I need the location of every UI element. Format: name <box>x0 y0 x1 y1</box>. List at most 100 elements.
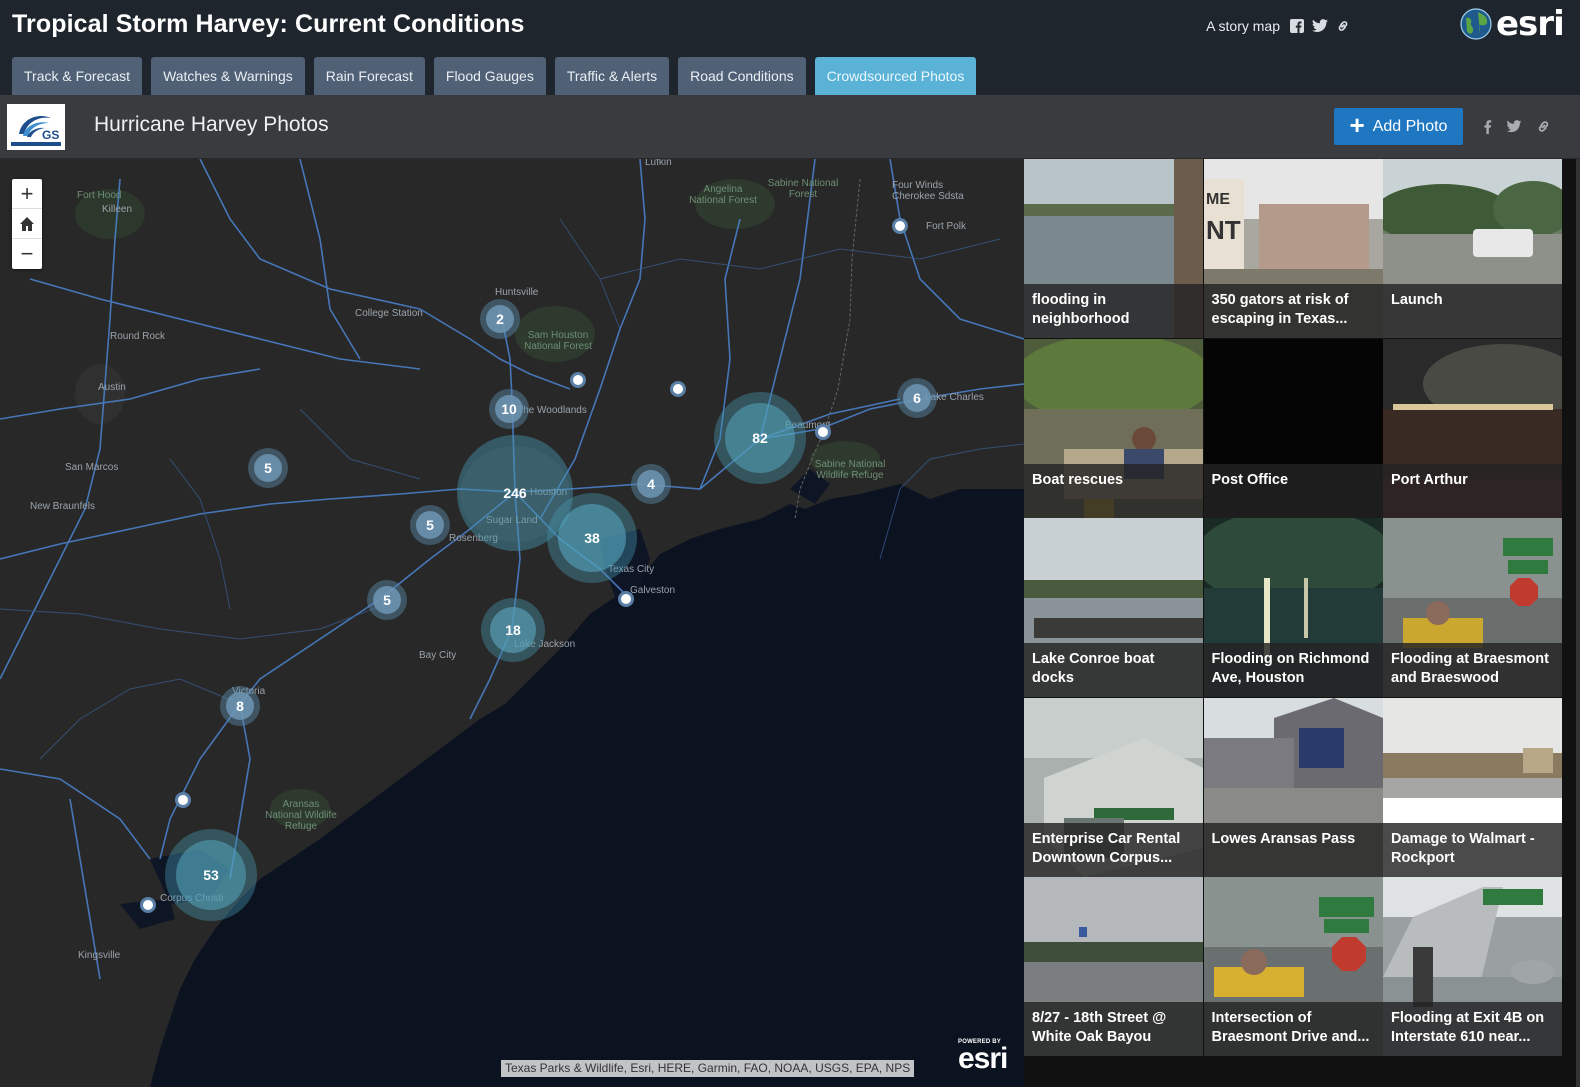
cluster-count: 82 <box>752 430 768 446</box>
svg-text:NT: NT <box>1206 215 1241 245</box>
zoom-in-button[interactable]: + <box>12 179 42 209</box>
photo-tile[interactable]: Enterprise Car Rental Downtown Corpus... <box>1024 697 1203 877</box>
photo-pin[interactable] <box>175 792 191 808</box>
add-photo-label: Add Photo <box>1372 117 1448 135</box>
home-icon <box>20 216 34 231</box>
app-title: Tropical Storm Harvey: Current Condition… <box>12 10 525 38</box>
facebook-icon[interactable] <box>1483 119 1492 134</box>
photo-cluster[interactable]: 5 <box>367 580 407 620</box>
home-button[interactable] <box>12 209 42 239</box>
photo-cluster[interactable]: 38 <box>547 493 637 583</box>
photo-tile[interactable]: Post Office <box>1203 338 1383 518</box>
photo-pin[interactable] <box>618 591 634 607</box>
tab-crowdsourced-photos[interactable]: Crowdsourced Photos <box>814 57 977 95</box>
photo-tile[interactable]: Flooding at Braesmont and Braeswood <box>1383 518 1562 697</box>
cluster-count: 10 <box>501 401 517 417</box>
tab-track-forecast[interactable]: Track & Forecast <box>12 57 143 95</box>
photo-tile[interactable]: Flooding on Richmond Ave, Houston <box>1203 518 1383 697</box>
photo-caption: Damage to Walmart - Rockport <box>1383 822 1562 877</box>
photo-cluster[interactable]: 10 <box>489 389 529 429</box>
photo-caption: Port Arthur <box>1383 463 1562 518</box>
photo-pin[interactable] <box>140 897 156 913</box>
svg-text:GS: GS <box>42 128 59 142</box>
photo-gallery[interactable]: flooding in neighborhood ME NT 350 gators a… <box>1024 159 1580 1087</box>
photo-caption: Intersection of Braesmont Drive and... <box>1203 1002 1383 1056</box>
twitter-icon[interactable] <box>1312 19 1328 33</box>
cluster-count: 4 <box>647 476 655 492</box>
photo-cluster[interactable]: 5 <box>410 505 450 545</box>
tab-traffic-alerts[interactable]: Traffic & Alerts <box>554 57 670 95</box>
app-header: Tropical Storm Harvey: Current Condition… <box>0 0 1580 95</box>
cluster-count: 38 <box>584 530 600 546</box>
photo-caption: Flooding at Braesmont and Braeswood <box>1383 643 1562 697</box>
photo-pin[interactable] <box>670 381 686 397</box>
photo-cluster[interactable]: 2 <box>480 299 520 339</box>
org-logo: GS <box>7 104 65 150</box>
cluster-count: 2 <box>496 311 504 327</box>
photo-caption: Boat rescues <box>1024 463 1203 518</box>
cluster-count: 5 <box>426 517 434 533</box>
photo-tile[interactable]: Launch <box>1383 159 1562 338</box>
cluster-count: 5 <box>383 592 391 608</box>
share-links <box>1483 119 1551 134</box>
photo-caption: Enterprise Car Rental Downtown Corpus... <box>1024 822 1203 877</box>
esri-logo[interactable]: esri <box>1460 4 1565 44</box>
story-map-label: A story map <box>1206 18 1280 34</box>
twitter-icon[interactable] <box>1506 120 1522 133</box>
tab-bar: Track & Forecast Watches & Warnings Rain… <box>12 57 977 95</box>
photo-caption: flooding in neighborhood <box>1024 284 1203 338</box>
story-map-share: A story map <box>1206 18 1350 34</box>
photo-tile[interactable]: Lowes Aransas Pass <box>1203 697 1383 877</box>
powered-by-esri[interactable]: POWERED BY esri <box>958 1039 1008 1075</box>
photo-cluster[interactable]: 82 <box>714 392 806 484</box>
cluster-count: 5 <box>264 460 272 476</box>
plus-icon: + <box>1349 110 1365 140</box>
cluster-count: 8 <box>236 698 244 714</box>
photo-tile[interactable]: Port Arthur <box>1383 338 1562 518</box>
napsg-logo-icon: GS <box>11 115 61 146</box>
photo-caption: Flooding on Richmond Ave, Houston <box>1203 643 1383 697</box>
facebook-icon[interactable] <box>1290 19 1304 33</box>
photo-tile[interactable]: Boat rescues <box>1024 338 1203 518</box>
map-attribution: Texas Parks & Wildlife, Esri, HERE, Garm… <box>501 1060 915 1077</box>
photo-pin[interactable] <box>570 372 586 388</box>
photo-cluster[interactable]: 5 <box>248 448 288 488</box>
photo-app-header: GS Hurricane Harvey Photos + Add Photo <box>0 95 1580 159</box>
tab-rain-forecast[interactable]: Rain Forecast <box>313 57 425 95</box>
map-view[interactable]: Lufkin Fort Hood Killeen Angelina Nation… <box>0 159 1024 1087</box>
photo-tile[interactable]: Intersection of Braesmont Drive and... <box>1203 877 1383 1056</box>
svg-text:ME: ME <box>1206 191 1230 208</box>
photo-tile[interactable]: Lake Conroe boat docks <box>1024 518 1203 697</box>
photo-cluster[interactable]: 4 <box>631 464 671 504</box>
cluster-count: 246 <box>503 485 527 501</box>
photo-tile[interactable]: 8/27 - 18th Street @ White Oak Bayou <box>1024 877 1203 1056</box>
photo-app-title: Hurricane Harvey Photos <box>94 113 329 136</box>
photo-caption: 8/27 - 18th Street @ White Oak Bayou <box>1024 1002 1203 1056</box>
esri-wordmark: esri <box>958 1042 1008 1075</box>
cluster-count: 6 <box>913 390 921 406</box>
photo-tile[interactable]: ME NT 350 gators at risk of escaping in Te… <box>1203 159 1383 338</box>
photo-tile[interactable]: flooding in neighborhood <box>1024 159 1203 338</box>
tab-flood-gauges[interactable]: Flood Gauges <box>433 57 546 95</box>
photo-tile[interactable]: Damage to Walmart - Rockport <box>1383 697 1562 877</box>
photo-caption: Launch <box>1383 284 1562 338</box>
photo-tile[interactable]: Flooding at Exit 4B on Interstate 610 ne… <box>1383 877 1562 1056</box>
photo-cluster[interactable]: 18 <box>481 598 545 662</box>
photo-caption: Lowes Aransas Pass <box>1203 822 1383 877</box>
add-photo-button[interactable]: + Add Photo <box>1334 108 1463 145</box>
tab-watches-warnings[interactable]: Watches & Warnings <box>151 57 305 95</box>
link-icon[interactable] <box>1336 19 1350 33</box>
link-icon[interactable] <box>1536 119 1551 134</box>
photo-cluster[interactable]: 53 <box>165 829 257 921</box>
gallery-scrollbar[interactable] <box>1576 159 1580 1087</box>
photo-caption: Flooding at Exit 4B on Interstate 610 ne… <box>1383 1002 1562 1056</box>
tab-road-conditions[interactable]: Road Conditions <box>678 57 806 95</box>
photo-pin[interactable] <box>892 218 908 234</box>
photo-pin[interactable] <box>815 424 831 440</box>
photo-cluster[interactable]: 8 <box>220 686 260 726</box>
globe-icon <box>1460 8 1492 40</box>
photo-cluster[interactable]: 6 <box>897 378 937 418</box>
zoom-out-button[interactable]: − <box>12 239 42 269</box>
photo-caption: Post Office <box>1203 463 1383 518</box>
zoom-controls: + − <box>12 179 42 269</box>
